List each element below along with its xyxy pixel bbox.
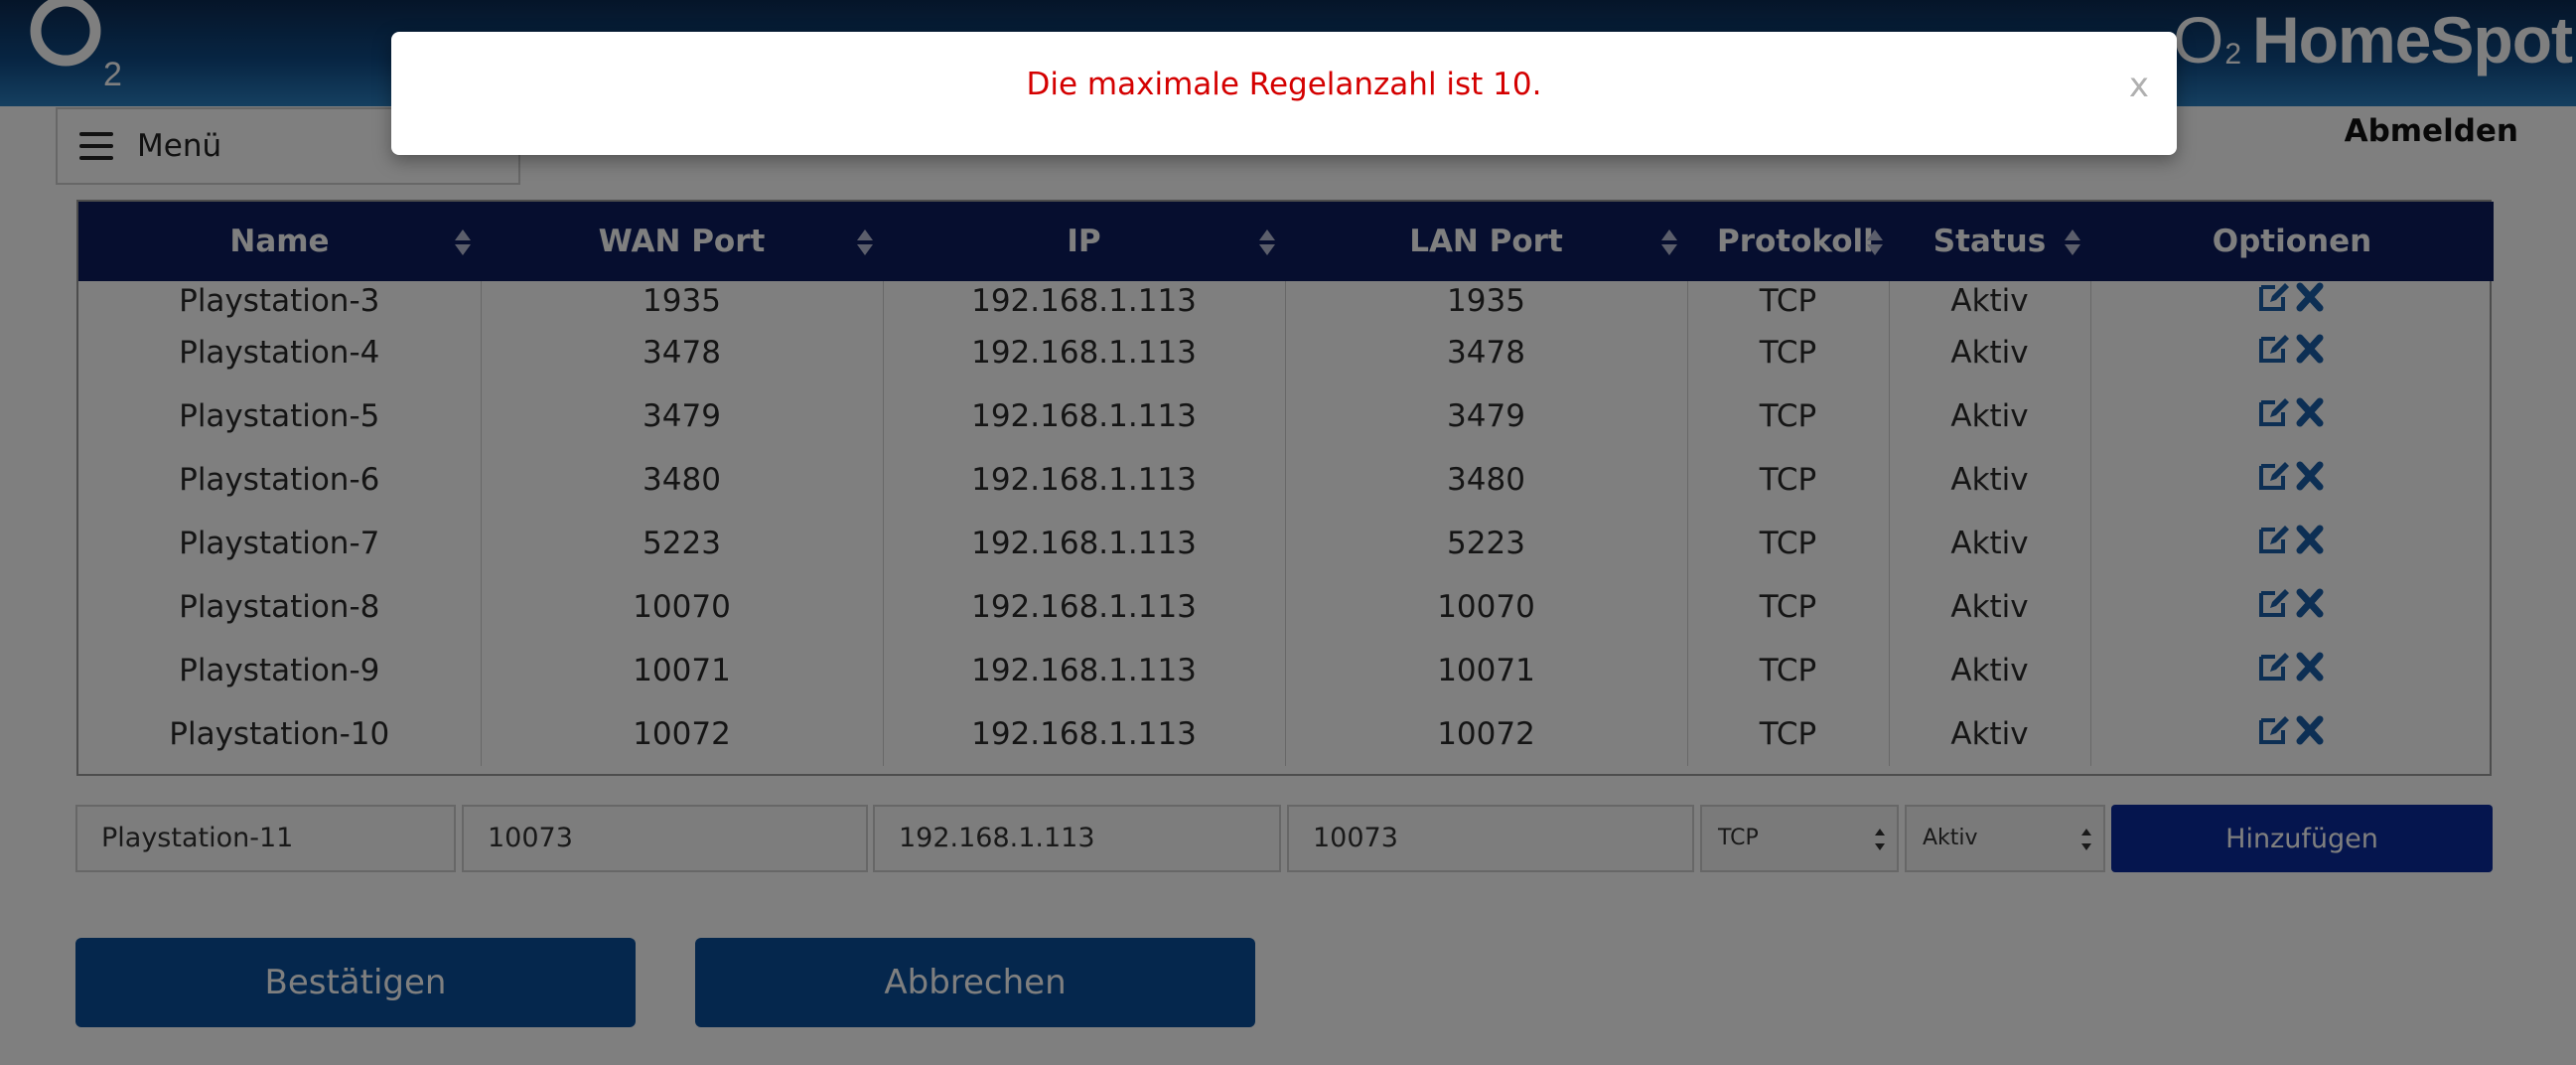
close-button[interactable]: x [2129,66,2149,105]
modal-backdrop[interactable] [0,0,2576,1065]
alert-message: Die maximale Regelanzahl ist 10. [1026,67,1542,102]
alert-dialog: Die maximale Regelanzahl ist 10. x [391,32,2177,155]
